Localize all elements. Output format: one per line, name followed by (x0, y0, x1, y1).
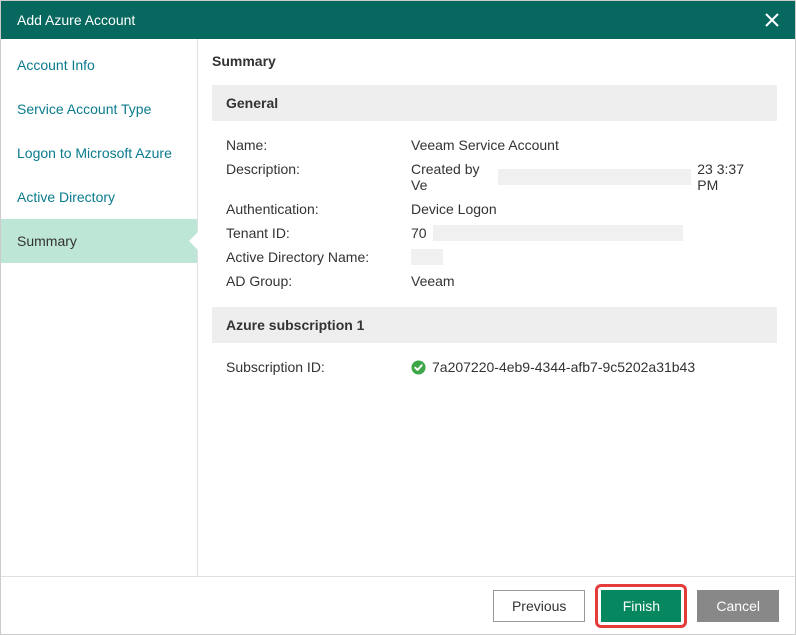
wizard-sidebar: Account Info Service Account Type Logon … (1, 39, 198, 576)
redacted-text (411, 249, 443, 265)
check-circle-icon (411, 360, 426, 375)
titlebar: Add Azure Account (1, 1, 795, 39)
highlight-annotation: Finish (595, 584, 687, 628)
sidebar-item-label: Active Directory (17, 189, 115, 205)
sidebar-item-account-info[interactable]: Account Info (1, 43, 197, 87)
row-subscription-id: Subscription ID: 7a207220-4eb9-4344-afb7… (226, 355, 763, 379)
sidebar-item-label: Summary (17, 233, 77, 249)
value-name: Veeam Service Account (411, 137, 763, 153)
dialog-body: Account Info Service Account Type Logon … (1, 39, 795, 576)
row-description: Description: Created by Ve23 3:37 PM (226, 157, 763, 197)
label-authentication: Authentication: (226, 201, 411, 217)
main-content: Summary General Name: Veeam Service Acco… (198, 39, 795, 576)
subscription-block: Subscription ID: 7a207220-4eb9-4344-afb7… (212, 351, 777, 393)
sidebar-item-summary[interactable]: Summary (1, 219, 197, 263)
page-title: Summary (212, 53, 777, 69)
row-ad-name: Active Directory Name: (226, 245, 763, 269)
dialog-footer: Previous Finish Cancel (1, 576, 795, 634)
value-subscription-id: 7a207220-4eb9-4344-afb7-9c5202a31b43 (411, 359, 763, 375)
window-title: Add Azure Account (17, 12, 135, 28)
value-tenant-id: 70 (411, 225, 763, 241)
sidebar-item-active-directory[interactable]: Active Directory (1, 175, 197, 219)
general-block: Name: Veeam Service Account Description:… (212, 129, 777, 307)
section-header-subscription: Azure subscription 1 (212, 307, 777, 343)
cancel-button[interactable]: Cancel (697, 590, 779, 622)
label-subscription-id: Subscription ID: (226, 359, 411, 375)
sidebar-item-service-account-type[interactable]: Service Account Type (1, 87, 197, 131)
sidebar-item-label: Logon to Microsoft Azure (17, 145, 172, 161)
redacted-text (498, 169, 691, 185)
redacted-text (433, 225, 683, 241)
sidebar-item-label: Service Account Type (17, 101, 151, 117)
value-ad-name (411, 249, 763, 265)
row-authentication: Authentication: Device Logon (226, 197, 763, 221)
row-name: Name: Veeam Service Account (226, 133, 763, 157)
section-header-general: General (212, 85, 777, 121)
sidebar-item-label: Account Info (17, 57, 95, 73)
sidebar-item-logon-azure[interactable]: Logon to Microsoft Azure (1, 131, 197, 175)
label-ad-group: AD Group: (226, 273, 411, 289)
previous-button[interactable]: Previous (493, 590, 585, 622)
label-ad-name: Active Directory Name: (226, 249, 411, 265)
label-description: Description: (226, 161, 411, 193)
row-ad-group: AD Group: Veeam (226, 269, 763, 293)
label-tenant-id: Tenant ID: (226, 225, 411, 241)
close-icon[interactable] (761, 9, 783, 31)
value-ad-group: Veeam (411, 273, 763, 289)
label-name: Name: (226, 137, 411, 153)
row-tenant-id: Tenant ID: 70 (226, 221, 763, 245)
finish-button[interactable]: Finish (601, 590, 681, 622)
value-description: Created by Ve23 3:37 PM (411, 161, 763, 193)
value-authentication: Device Logon (411, 201, 763, 217)
